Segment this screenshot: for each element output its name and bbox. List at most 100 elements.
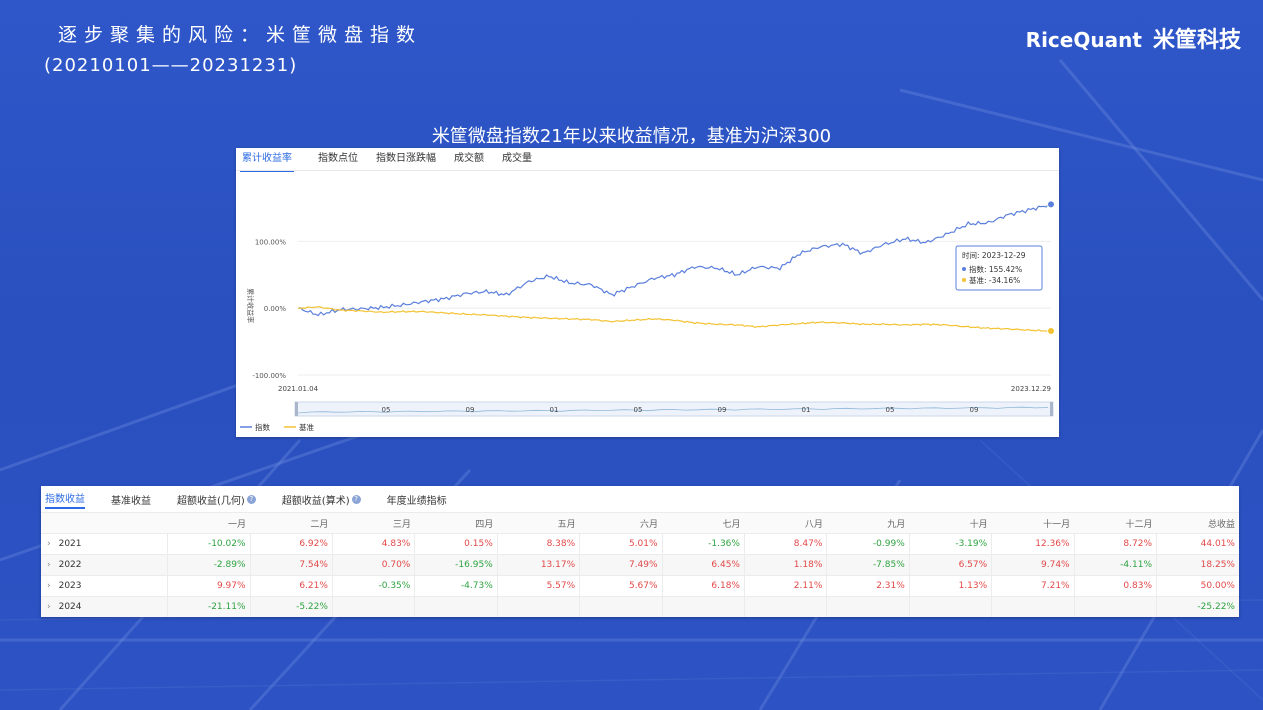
table-cell: 8.47%	[743, 533, 827, 555]
table-cell: 5.01%	[579, 533, 663, 555]
table-header-month: 六月	[579, 512, 663, 534]
table-row[interactable]: › 2024 -21.11% -5.22% -25.22%	[41, 596, 1239, 617]
table-cell: -4.11%	[1073, 554, 1157, 576]
table-cell: -4.73%	[414, 575, 498, 597]
table-cell	[331, 596, 415, 617]
table-cell: -5.22%	[249, 596, 333, 617]
table-row[interactable]: › 2021 -10.02% 6.92% 4.83% 0.15% 8.38% 5.01% -1.…	[41, 533, 1239, 555]
tooltip-bench-dot	[962, 278, 966, 282]
row-year[interactable]: › 2023	[41, 575, 168, 597]
table-cell: 50.00%	[1156, 575, 1239, 597]
y-axis-label: 累计收益率	[246, 288, 255, 323]
table-row[interactable]: › 2023 9.97% 6.21% -0.35% -4.73% 5.57% 5.67% 6.1…	[41, 575, 1239, 597]
row-year[interactable]: › 2024	[41, 596, 168, 617]
series-end-point	[1047, 327, 1055, 336]
tooltip-date: 时间: 2023-12-29	[962, 250, 1026, 260]
chevron-right-icon[interactable]: ›	[47, 560, 51, 570]
table-cell: -25.22%	[1156, 596, 1239, 617]
table-cell: 2.11%	[743, 575, 827, 597]
table-header-month: 三月	[332, 512, 415, 534]
table-cell	[991, 596, 1075, 617]
y-tick-label: 0.00%	[264, 305, 287, 313]
table-cell	[414, 596, 498, 617]
chevron-right-icon[interactable]: ›	[47, 539, 51, 549]
series-line-index	[297, 203, 1052, 317]
table-cell: -0.35%	[331, 575, 415, 597]
table-cell: 6.57%	[908, 554, 992, 576]
table-header-month: 十一月	[991, 512, 1075, 534]
table-cell: 0.83%	[1073, 575, 1157, 597]
navigator-tick-label: 01	[550, 406, 559, 414]
table-cell: 9.97%	[167, 575, 251, 597]
x-tick-label: 2021.01.04	[278, 385, 319, 393]
table-cell	[661, 596, 745, 617]
tab-excess-geometric[interactable]: 超额收益(几何)?	[177, 492, 256, 507]
tooltip-index-dot	[962, 267, 966, 271]
table-cell: 9.74%	[991, 554, 1075, 576]
table-cell: -10.02%	[167, 533, 251, 555]
brand-name-en: RiceQuant	[1025, 28, 1142, 52]
table-header-month: 五月	[497, 512, 580, 534]
table-cell: -2.89%	[167, 554, 251, 576]
tab-benchmark-return[interactable]: 基准收益	[111, 492, 151, 507]
table-cell: 44.01%	[1156, 533, 1239, 555]
y-tick-label: -100.00%	[252, 372, 286, 380]
table-cell: -3.19%	[908, 533, 992, 555]
table-cell: 13.17%	[496, 554, 580, 576]
tooltip-bench-value: 基准: -34.16%	[969, 275, 1020, 285]
row-year[interactable]: › 2022	[41, 554, 168, 576]
table-cell: 6.21%	[249, 575, 333, 597]
table-cell	[1073, 596, 1157, 617]
navigator-tick-label: 05	[634, 406, 643, 414]
y-tick-label: 100.00%	[255, 238, 286, 246]
table-cell: 8.38%	[496, 533, 580, 555]
table-tab-bar: 指数收益 基准收益 超额收益(几何)? 超额收益(算术)? 年度业绩指标	[45, 490, 473, 509]
navigator-handle-left	[295, 402, 298, 416]
series-end-point	[1047, 200, 1055, 209]
table-cell: -21.11%	[167, 596, 251, 617]
row-year-label: 2024	[58, 602, 82, 612]
tab-excess-geometric-label: 超额收益(几何)	[177, 495, 245, 507]
help-icon[interactable]: ?	[246, 494, 256, 504]
chevron-right-icon[interactable]: ›	[47, 581, 51, 591]
range-navigator	[294, 401, 1054, 417]
navigator-tick-label: 09	[466, 406, 475, 414]
tab-annual-metrics[interactable]: 年度业绩指标	[387, 492, 447, 507]
tab-excess-arithmetic-label: 超额收益(算术)	[281, 495, 350, 507]
table-cell: -0.99%	[826, 533, 910, 555]
tab-index-return[interactable]: 指数收益	[45, 490, 85, 509]
help-icon[interactable]: ?	[351, 494, 361, 504]
tooltip-index-value: 指数: 155.42%	[969, 264, 1022, 274]
table-cell: 6.45%	[661, 554, 745, 576]
navigator-handle-right	[1050, 402, 1053, 416]
table-header-row: 一月 二月 三月 四月 五月 六月 七月 八月 九月 十月 十一月 十二月 总收益	[41, 512, 1239, 534]
table-cell: 7.49%	[579, 554, 663, 576]
table-cell: 5.57%	[496, 575, 580, 597]
cumulative-return-chart[interactable]: 100.00% 0.00% -100.00% 累计收益率 2021.01.04 2023.…	[236, 148, 1059, 437]
row-year[interactable]: › 2021	[41, 533, 168, 555]
table-cell: 5.67%	[579, 575, 663, 597]
table-cell: 12.36%	[991, 533, 1075, 555]
table-cell: 6.18%	[661, 575, 745, 597]
legend-bench-label: 基准	[299, 422, 314, 432]
table-cell	[908, 596, 992, 617]
brand-logo: RiceQuant 米筐科技	[1026, 22, 1241, 54]
table-header-month: 总收益	[1156, 512, 1239, 534]
row-year-label: 2023	[58, 581, 82, 591]
table-row[interactable]: › 2022 -2.89% 7.54% 0.70% -16.95% 13.17% 7.49% 6…	[41, 554, 1239, 576]
table-cell: -7.85%	[826, 554, 910, 576]
series-line-benchmark	[297, 305, 1052, 332]
table-cell: 1.13%	[908, 575, 992, 597]
table-cell: 18.25%	[1156, 554, 1239, 576]
performance-table-panel: 指数收益 基准收益 超额收益(几何)? 超额收益(算术)? 年度业绩指标 一月二…	[41, 486, 1239, 617]
slide-title: 逐步聚集的风险：米筐微盘指数	[58, 24, 423, 46]
tab-excess-arithmetic[interactable]: 超额收益(算术)?	[282, 492, 361, 507]
navigator-tick-label: 01	[802, 406, 811, 414]
table-cell	[496, 596, 580, 617]
chart-caption: 米筐微盘指数21年以来收益情况，基准为沪深300	[431, 126, 832, 147]
table-header-month: 八月	[744, 512, 827, 534]
row-year-label: 2021	[58, 539, 82, 549]
chevron-right-icon[interactable]: ›	[47, 602, 51, 612]
table-cell: 0.70%	[331, 554, 415, 576]
row-year-label: 2022	[58, 560, 82, 570]
